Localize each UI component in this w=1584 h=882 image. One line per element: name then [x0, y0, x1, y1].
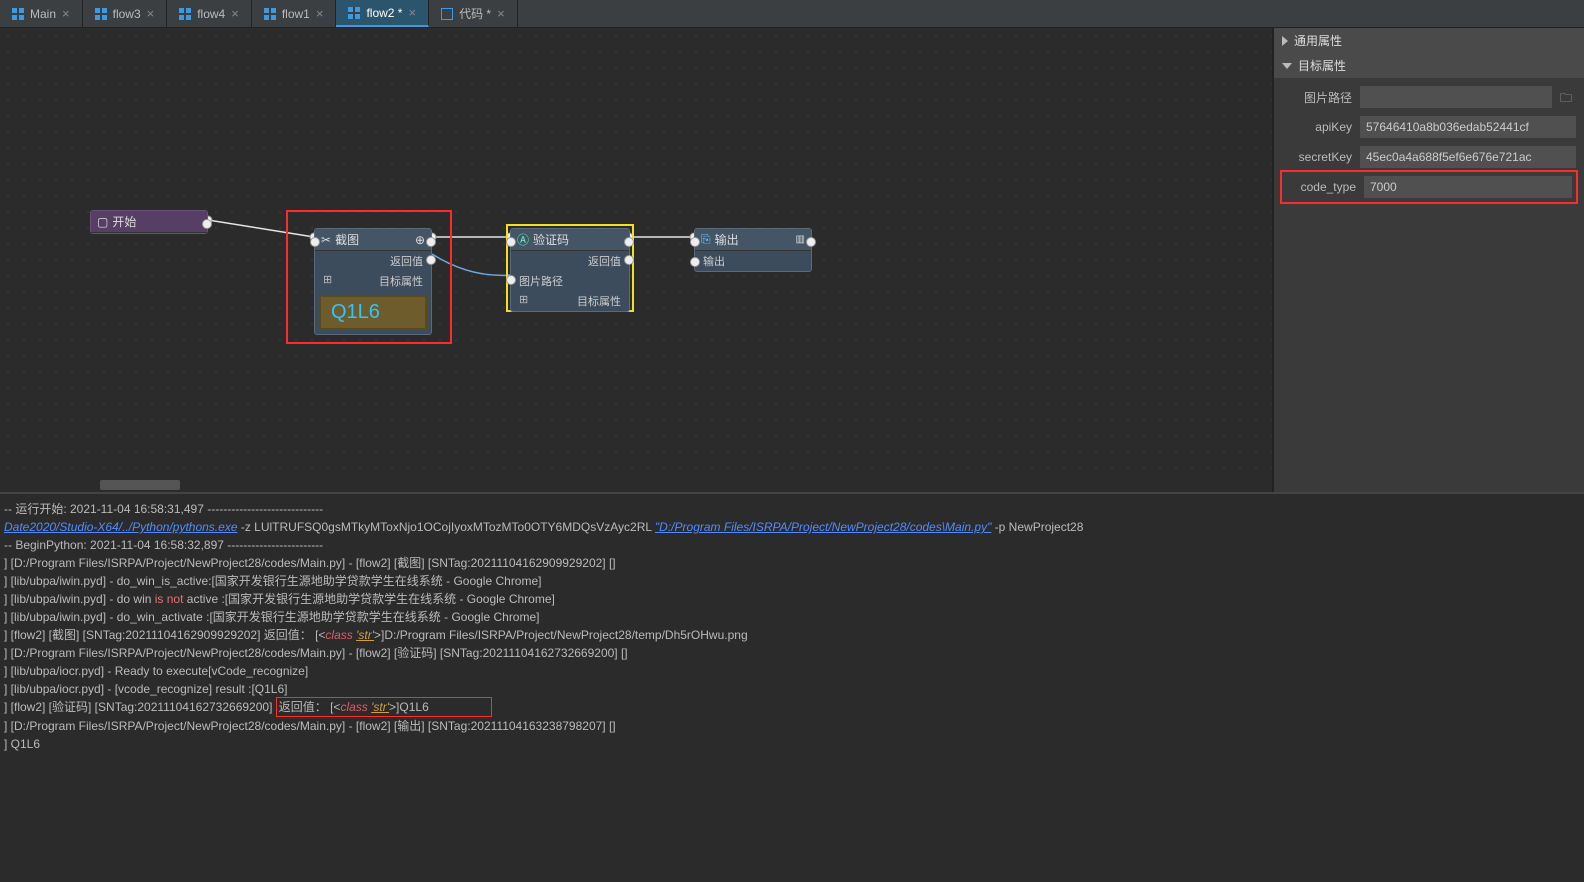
general-props-header[interactable]: 通用属性	[1274, 28, 1584, 53]
tab-flow3[interactable]: flow3 ×	[83, 0, 168, 27]
prop-input-apikey[interactable]	[1360, 116, 1576, 138]
port-label: 返回值	[588, 253, 621, 269]
tab-flow4[interactable]: flow4 ×	[167, 0, 252, 27]
tab-label: Main	[30, 7, 56, 21]
prop-row-apikey: apiKey	[1282, 116, 1576, 138]
node-verify[interactable]: Ⓐ验证码 返回值 图片路径 目标属性	[510, 228, 630, 312]
node-title: 开始	[112, 213, 136, 230]
flow-icon	[264, 8, 276, 20]
section-title: 目标属性	[1298, 57, 1346, 74]
output-port[interactable]	[202, 219, 212, 229]
path-port[interactable]	[506, 275, 516, 285]
close-icon[interactable]: ×	[497, 6, 505, 21]
value-port[interactable]	[690, 257, 700, 267]
close-icon[interactable]: ×	[62, 6, 70, 21]
console-line: Date2020/Studio-X64/../Python/pythons.ex…	[4, 518, 1580, 536]
tab-flow1[interactable]: flow1 ×	[252, 0, 337, 27]
target-icon[interactable]: ⊕	[415, 233, 425, 247]
node-screenshot[interactable]: ✂ 截图 ⊕ 返回值 目标属性 Q1L6	[314, 228, 432, 335]
port-label: 输出	[703, 253, 725, 269]
return-port[interactable]	[426, 255, 436, 265]
close-icon[interactable]: ×	[408, 5, 416, 20]
export-icon: ⎘	[701, 232, 711, 247]
console-line: ] [lib/ubpa/iocr.pyd] - Ready to execute…	[4, 662, 1580, 680]
console-line: ] [flow2] [验证码] [SNTag:20211104162732669…	[4, 698, 1580, 717]
return-port[interactable]	[624, 255, 634, 265]
properties-panel: 通用属性 目标属性 图片路径 🗀 apiKey secretKey code_t	[1272, 28, 1584, 492]
input-port[interactable]	[310, 237, 320, 247]
console-line: ] [flow2] [截图] [SNTag:202111041629099292…	[4, 626, 1580, 644]
port-label: 目标属性	[379, 273, 423, 289]
flow-icon	[348, 7, 360, 19]
console-line: ] [D:/Program Files/ISRPA/Project/NewPro…	[4, 644, 1580, 662]
target-props-header[interactable]: 目标属性	[1274, 53, 1584, 78]
tab-main[interactable]: Main ×	[0, 0, 83, 27]
console-line: ] [lib/ubpa/iwin.pyd] - do_win_activate …	[4, 608, 1580, 626]
output-port[interactable]	[426, 237, 436, 247]
console-line: -- BeginPython: 2021-11-04 16:58:32,897 …	[4, 536, 1580, 554]
tab-label: flow4	[197, 7, 225, 21]
node-start[interactable]: ▢ 开始	[90, 210, 208, 234]
code-icon	[441, 8, 453, 20]
console-line: -- 运行开始: 2021-11-04 16:58:31,497 -------…	[4, 500, 1580, 518]
tab-label: flow1	[282, 7, 310, 21]
console-line: ] [D:/Program Files/ISRPA/Project/NewPro…	[4, 554, 1580, 572]
folder-icon[interactable]: 🗀	[1560, 89, 1576, 105]
prop-label: apiKey	[1282, 120, 1352, 134]
prop-row-codetype: code_type	[1280, 170, 1578, 204]
expand-icon[interactable]	[323, 273, 332, 289]
output-port[interactable]	[624, 237, 634, 247]
expand-icon[interactable]	[519, 293, 528, 309]
node-title: 验证码	[533, 231, 569, 248]
port-label: 返回值	[390, 253, 423, 269]
prop-input-codetype[interactable]	[1364, 176, 1572, 198]
port-label: 目标属性	[577, 293, 621, 309]
flow-icon	[12, 8, 24, 20]
section-title: 通用属性	[1294, 32, 1342, 49]
tab-label: flow2 *	[366, 6, 402, 20]
tab-code[interactable]: 代码 * ×	[429, 0, 518, 27]
node-title: 截图	[335, 231, 359, 248]
prop-input-secretkey[interactable]	[1360, 146, 1576, 168]
close-icon[interactable]: ×	[147, 6, 155, 21]
chevron-right-icon	[1282, 36, 1288, 46]
prop-input-imagepath[interactable]	[1360, 86, 1552, 108]
flow-icon	[179, 8, 191, 20]
prop-label: secretKey	[1282, 150, 1352, 164]
prop-row-secretkey: secretKey	[1282, 146, 1576, 168]
input-port[interactable]	[506, 237, 516, 247]
chevron-down-icon	[1282, 63, 1292, 69]
console-line: ] [lib/ubpa/iwin.pyd] - do win is not ac…	[4, 590, 1580, 608]
flow-canvas[interactable]: ▢ 开始 ✂ 截图 ⊕ 返回值 目标属性 Q1L6	[0, 28, 1272, 480]
menu-icon[interactable]: ▥	[796, 235, 805, 245]
prop-row-imagepath: 图片路径 🗀	[1282, 86, 1576, 108]
input-port[interactable]	[690, 237, 700, 247]
port-label: 图片路径	[519, 273, 563, 289]
console-line: ] [lib/ubpa/iocr.pyd] - [vcode_recognize…	[4, 680, 1580, 698]
node-title: 输出	[715, 231, 739, 248]
node-output[interactable]: ⎘ 输出 ▥ 输出	[694, 228, 812, 272]
captcha-preview: Q1L6	[319, 295, 427, 330]
console-line: ] Q1L6	[4, 735, 1580, 753]
flow-icon	[95, 8, 107, 20]
tab-bar: Main × flow3 × flow4 × flow1 × flow2 * × 代码 *…	[0, 0, 1584, 28]
play-icon: ▢	[97, 215, 108, 229]
close-icon[interactable]: ×	[231, 6, 239, 21]
captcha-icon: Ⓐ	[517, 231, 529, 248]
scissors-icon: ✂	[321, 233, 331, 247]
console-line: ] [lib/ubpa/iwin.pyd] - do_win_is_active…	[4, 572, 1580, 590]
close-icon[interactable]: ×	[316, 6, 324, 21]
tab-label: 代码 *	[459, 5, 491, 22]
canvas-h-scrollbar[interactable]	[0, 480, 1272, 492]
output-port[interactable]	[806, 237, 816, 247]
console-panel[interactable]: -- 运行开始: 2021-11-04 16:58:31,497 -------…	[0, 492, 1584, 882]
prop-label: code_type	[1286, 180, 1356, 194]
prop-label: 图片路径	[1282, 89, 1352, 106]
console-line: ] [D:/Program Files/ISRPA/Project/NewPro…	[4, 717, 1580, 735]
tab-label: flow3	[113, 7, 141, 21]
tab-flow2[interactable]: flow2 * ×	[336, 0, 429, 27]
scroll-thumb[interactable]	[100, 480, 180, 490]
